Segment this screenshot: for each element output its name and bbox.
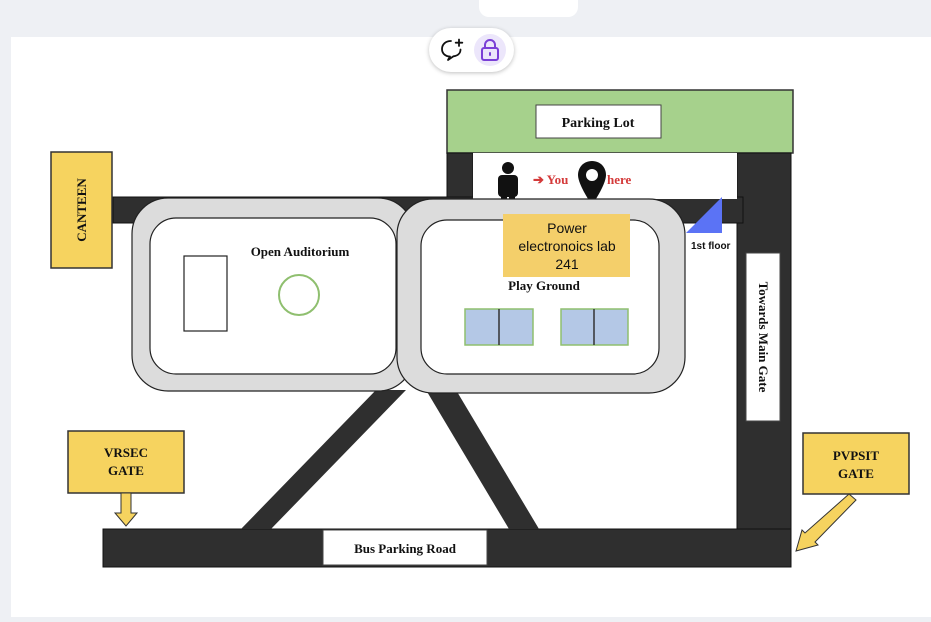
open-auditorium-label: Open Auditorium xyxy=(251,244,350,259)
sticky-note-line2: electronoics lab xyxy=(518,238,615,254)
campus-map: Parking Lot ➔ You here 1st floor CANTEEN… xyxy=(50,89,910,568)
play-ground-label: Play Ground xyxy=(508,278,580,293)
floating-toolbar xyxy=(429,28,514,72)
court-left xyxy=(464,308,534,346)
road-diagonal-right xyxy=(426,390,539,529)
comment-add-icon xyxy=(441,38,464,61)
bus-parking-road-label: Bus Parking Road xyxy=(354,541,457,556)
floor-label: 1st floor xyxy=(691,241,731,252)
pvpsit-gate-box xyxy=(802,432,910,495)
pvpsit-gate-line1: PVPSIT xyxy=(833,448,880,463)
you-are-here-suffix: here xyxy=(607,172,632,187)
lock-button[interactable] xyxy=(474,34,506,66)
road-diagonal-left xyxy=(241,390,406,529)
pvpsit-gate-line2: GATE xyxy=(838,466,874,481)
sticky-note-line1: Power xyxy=(547,220,587,236)
add-comment-button[interactable] xyxy=(436,34,468,66)
you-are-here-prefix: ➔ You xyxy=(533,172,568,187)
towards-main-gate-label: Towards Main Gate xyxy=(756,282,771,393)
vrsec-arrow-icon xyxy=(113,492,139,527)
court-right xyxy=(560,308,629,346)
pvpsit-arrow-icon xyxy=(795,493,857,552)
parking-lot-label: Parking Lot xyxy=(562,116,635,131)
design-canvas[interactable]: Parking Lot ➔ You here 1st floor CANTEEN… xyxy=(11,37,931,617)
canteen-label: CANTEEN xyxy=(74,178,89,242)
lock-icon xyxy=(481,38,499,61)
auditorium-circle xyxy=(278,274,320,316)
vrsec-gate-line2: GATE xyxy=(108,463,144,478)
sticky-note-line3: 241 xyxy=(555,256,579,272)
vrsec-gate-box xyxy=(67,430,185,494)
top-tab xyxy=(479,0,578,17)
vrsec-gate-line1: VRSEC xyxy=(104,445,148,460)
stage-box xyxy=(183,255,228,332)
